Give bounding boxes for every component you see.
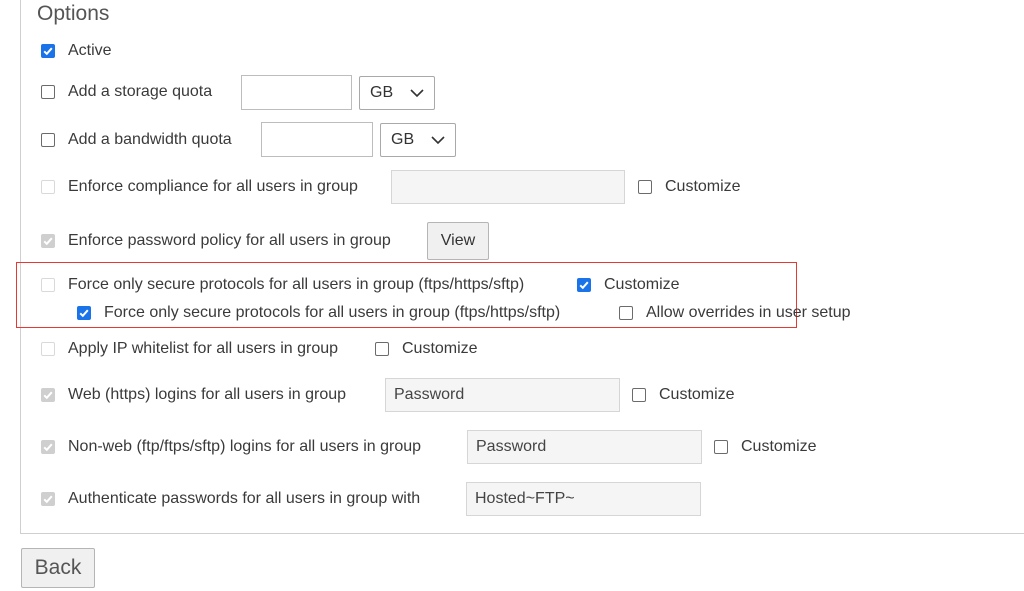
compliance-field (391, 170, 625, 204)
storage-quota-input[interactable] (241, 75, 352, 110)
options-title: Options (37, 2, 110, 25)
bandwidth-quota-input[interactable] (261, 122, 373, 157)
storage-quota-label: Add a storage quota (68, 83, 213, 100)
compliance-customize-checkbox[interactable] (638, 180, 652, 194)
secure-protocols-sub-checkbox[interactable] (77, 306, 91, 320)
chevron-down-icon (410, 89, 424, 98)
password-policy-checkbox (41, 234, 55, 248)
secure-protocols-customize-label: Customize (604, 276, 680, 293)
bandwidth-quota-label: Add a bandwidth quota (68, 131, 232, 148)
checkmark-icon (43, 47, 53, 56)
checkmark-icon (43, 391, 53, 400)
web-logins-customize-row: Customize (632, 386, 735, 404)
storage-unit-value: GB (370, 84, 394, 101)
ip-whitelist-label: Apply IP whitelist for all users in grou… (68, 340, 339, 357)
secure-protocols-checkbox (41, 278, 55, 292)
authenticate-field: Hosted~FTP~ (466, 482, 701, 516)
compliance-checkbox (41, 180, 55, 194)
web-logins-row: Web (https) logins for all users in grou… (41, 386, 346, 404)
storage-quota-row: Add a storage quota (41, 83, 212, 101)
view-button[interactable]: View (427, 222, 489, 260)
storage-quota-checkbox[interactable] (41, 85, 55, 99)
active-label: Active (68, 42, 112, 59)
ip-whitelist-customize-row: Customize (375, 340, 478, 358)
secure-protocols-label: Force only secure protocols for all user… (68, 276, 525, 293)
active-row: Active (41, 42, 112, 60)
web-logins-customize-label: Customize (659, 386, 735, 403)
secure-protocols-customize-checkbox[interactable] (577, 278, 591, 292)
compliance-customize-label: Customize (665, 178, 741, 195)
bandwidth-quota-checkbox[interactable] (41, 133, 55, 147)
chevron-down-icon (431, 136, 445, 145)
bandwidth-unit-value: GB (391, 131, 415, 148)
nonweb-logins-customize-label: Customize (741, 438, 817, 455)
nonweb-logins-checkbox (41, 440, 55, 454)
web-logins-checkbox (41, 388, 55, 402)
checkmark-icon (43, 495, 53, 504)
password-policy-label: Enforce password policy for all users in… (68, 232, 391, 249)
authenticate-label: Authenticate passwords for all users in … (68, 490, 421, 507)
secure-protocols-sub-label: Force only secure protocols for all user… (104, 304, 561, 321)
authenticate-row: Authenticate passwords for all users in … (41, 490, 420, 508)
compliance-customize-row: Customize (638, 178, 741, 196)
compliance-row: Enforce compliance for all users in grou… (41, 178, 358, 196)
compliance-label: Enforce compliance for all users in grou… (68, 178, 358, 195)
web-logins-customize-checkbox[interactable] (632, 388, 646, 402)
checkmark-icon (579, 281, 589, 290)
checkmark-icon (43, 237, 53, 246)
web-logins-label: Web (https) logins for all users in grou… (68, 386, 347, 403)
back-button[interactable]: Back (21, 548, 95, 588)
secure-protocols-row: Force only secure protocols for all user… (41, 276, 524, 294)
secure-protocols-sub-row: Force only secure protocols for all user… (77, 304, 560, 322)
checkmark-icon (79, 309, 89, 318)
nonweb-logins-field: Password (467, 430, 702, 464)
nonweb-logins-customize-checkbox[interactable] (714, 440, 728, 454)
nonweb-logins-label: Non-web (ftp/ftps/sftp) logins for all u… (68, 438, 422, 455)
bandwidth-unit-select[interactable]: GB (380, 123, 456, 157)
web-logins-field: Password (385, 378, 620, 412)
ip-whitelist-row: Apply IP whitelist for all users in grou… (41, 340, 338, 358)
ip-whitelist-customize-label: Customize (402, 340, 478, 357)
bandwidth-quota-row: Add a bandwidth quota (41, 131, 232, 149)
active-checkbox[interactable] (41, 44, 55, 58)
storage-unit-select[interactable]: GB (359, 76, 435, 110)
nonweb-logins-row: Non-web (ftp/ftps/sftp) logins for all u… (41, 438, 421, 456)
ip-whitelist-customize-checkbox[interactable] (375, 342, 389, 356)
checkmark-icon (43, 443, 53, 452)
allow-overrides-label: Allow overrides in user setup (646, 304, 851, 321)
ip-whitelist-checkbox (41, 342, 55, 356)
allow-overrides-checkbox[interactable] (619, 306, 633, 320)
allow-overrides-row: Allow overrides in user setup (619, 304, 851, 322)
authenticate-checkbox (41, 492, 55, 506)
secure-protocols-customize-row: Customize (577, 276, 680, 294)
password-policy-row: Enforce password policy for all users in… (41, 232, 391, 250)
nonweb-logins-customize-row: Customize (714, 438, 817, 456)
